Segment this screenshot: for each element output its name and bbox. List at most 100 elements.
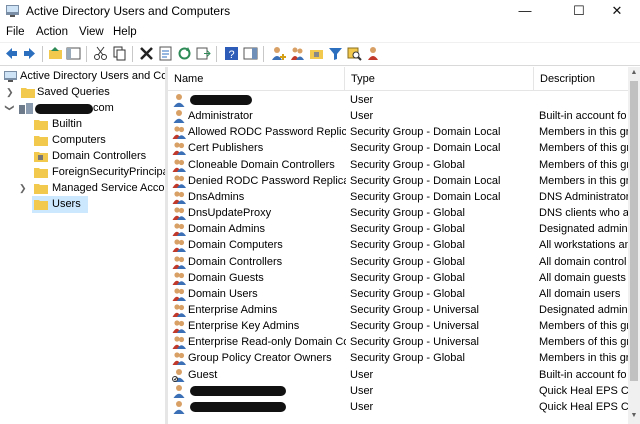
group-icon [172,223,186,237]
table-row[interactable]: Administrator User Built-in account fo [168,108,628,124]
menu-help[interactable]: Help [113,26,137,38]
column-header-name[interactable]: Name [168,67,345,90]
table-row[interactable]: Enterprise Admins Security Group - Univer… [168,302,628,318]
group-icon [172,142,186,156]
table-row[interactable]: DnsUpdateProxy Security Group - Global DNS… [168,205,628,221]
show-console-tree-icon[interactable] [66,46,81,61]
tree-item-domain-controllers[interactable]: Domain Controllers [34,149,164,165]
table-row[interactable]: Allowed RODC Password Replica... Security… [168,124,628,140]
tree-item-builtin[interactable]: Builtin [34,117,164,133]
table-row[interactable]: Domain Guests Security Group - Global All … [168,270,628,286]
group-icon [172,126,186,140]
cell-type: Security Group - Global [350,239,465,252]
forward-arrow-icon[interactable] [22,46,37,61]
up-folder-icon[interactable] [48,46,63,61]
cell-type: Security Group - Domain Local [350,126,501,139]
cell-name: DnsUpdateProxy [188,207,272,220]
cell-type: Security Group - Global [350,271,465,284]
add-to-group-icon[interactable] [366,46,381,61]
chevron-right-icon[interactable]: ❯ [19,183,27,193]
export-list-icon[interactable] [196,46,211,61]
cell-type: Security Group - Domain Local [350,142,501,155]
scroll-up-arrow-icon[interactable]: ▲ [630,69,638,76]
chevron-right-icon[interactable]: ❯ [6,87,14,97]
folder-icon [34,168,48,178]
cell-description: Members of this gr [539,336,628,349]
cell-description: All domain guests [539,271,626,284]
cell-type: Security Group - Global [350,207,465,220]
tree-item-computers[interactable]: Computers [34,133,164,149]
group-icon [172,336,186,350]
table-row[interactable]: Denied RODC Password Replicati... Securit… [168,173,628,189]
table-row[interactable]: Enterprise Read-only Domain Co... Securit… [168,334,628,350]
table-row[interactable]: Enterprise Key Admins Security Group - Un… [168,318,628,334]
chevron-down-icon[interactable]: ❯ [5,104,15,112]
delete-icon[interactable] [139,46,154,61]
menu-view[interactable]: View [79,26,104,38]
table-row[interactable]: Guest User Built-in account fo [168,367,628,383]
table-row[interactable]: Domain Admins Security Group - Global Desi… [168,221,628,237]
table-row[interactable]: Domain Users Security Group - Global All d… [168,286,628,302]
table-row[interactable]: Domain Controllers Security Group - Globa… [168,254,628,270]
action-pane-icon[interactable] [243,46,258,61]
column-header-type[interactable]: Type [345,67,534,90]
user-icon [173,110,185,124]
title-bar: Active Directory Users and Computers — ☐… [0,0,640,23]
minimize-button[interactable]: — [502,0,548,22]
cell-name: Group Policy Creator Owners [188,352,332,365]
table-row[interactable]: DnsAdmins Security Group - Domain Local DN… [168,189,628,205]
tree-item-label: ForeignSecurityPrincipals [52,166,165,178]
tree-item-managed-service-accounts[interactable]: ❯ Managed Service Accour [19,181,165,197]
table-row[interactable]: Cert Publishers Security Group - Domain L… [168,140,628,156]
folder-icon [34,200,48,210]
new-group-icon[interactable] [290,46,305,61]
tree-item-label: Active Directory Users and Com [20,70,165,82]
cut-icon[interactable] [93,46,108,61]
group-icon [172,304,186,317]
cell-name: DnsAdmins [188,190,245,203]
new-user-icon[interactable] [271,46,286,61]
tree-item-domain[interactable]: ❯ .com [5,101,164,117]
tree-item-saved-queries[interactable]: ❯ Saved Queries [6,85,164,101]
menu-file[interactable]: File [6,26,25,38]
cell-description: All domain control [539,255,627,268]
group-icon [172,175,186,188]
table-row[interactable]: Domain Computers Security Group - Global A… [168,237,628,253]
scrollbar-thumb[interactable] [630,81,638,381]
filter-icon[interactable] [328,46,343,61]
back-arrow-icon[interactable] [4,46,19,61]
cell-type: User [350,384,374,397]
table-row[interactable]: Cloneable Domain Controllers Security Gro… [168,157,628,173]
group-icon [172,239,186,253]
column-header-description[interactable]: Description [534,67,628,90]
tree-item-label: .com [90,102,114,114]
window-title: Active Directory Users and Computers [26,4,231,18]
scroll-down-arrow-icon[interactable]: ▼ [630,412,638,419]
cell-type: User [350,94,374,106]
menu-action[interactable]: Action [36,26,68,38]
cell-name: Enterprise Read-only Domain Co... [188,336,346,349]
cell-type: Security Group - Global [350,352,465,365]
vertical-scrollbar[interactable]: ▲ ▼ [628,67,640,424]
cell-name: Domain Users [188,287,258,300]
table-row[interactable]: User Quick Heal EPS Co [168,399,628,415]
tree-item-foreign-security-principals[interactable]: ForeignSecurityPrincipals [34,165,165,181]
tree-root[interactable]: Active Directory Users and Com [4,69,165,85]
table-row[interactable]: Group Policy Creator Owners Security Grou… [168,350,628,366]
table-row[interactable]: User Quick Heal EPS Co [168,383,628,399]
properties-icon[interactable] [158,46,173,61]
tree-item-label: Domain Controllers [52,150,147,162]
redacted-name [190,401,286,412]
find-icon[interactable] [347,46,362,61]
help-icon[interactable]: ? [224,46,239,61]
cell-type: Security Group - Global [350,287,465,300]
domain-icon [19,103,33,114]
copy-icon[interactable] [112,46,127,61]
tree-item-label: Saved Queries [37,86,110,98]
tree-item-users[interactable]: Users [32,196,88,213]
user-disabled-icon [172,368,185,382]
refresh-icon[interactable] [177,46,192,61]
close-button[interactable]: ✕ [594,0,640,22]
new-ou-icon[interactable] [309,46,324,61]
table-row[interactable]: User [168,92,628,108]
